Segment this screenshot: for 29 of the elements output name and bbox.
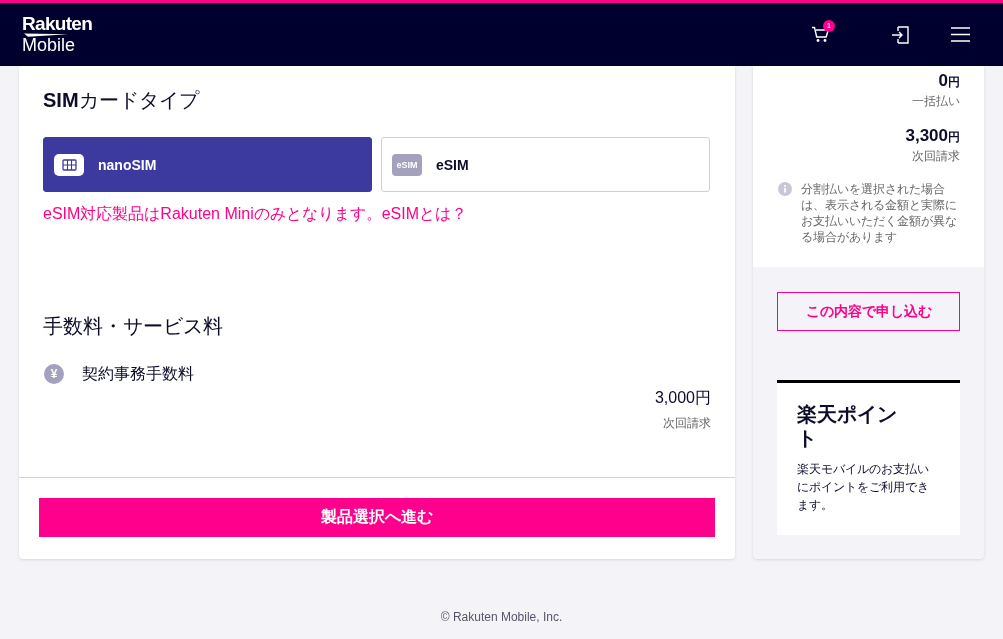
installment-note: 分割払いを選択された場合は、表示される金額と実際にお支払いいただく金額が異なる場合があります	[801, 181, 958, 245]
billing-label: 次回請求	[663, 416, 711, 430]
yen-icon: ¥	[44, 364, 64, 384]
cart-button[interactable]: 1	[800, 14, 840, 55]
esim-info-link[interactable]: eSIMとは？	[381, 202, 468, 226]
payment-label: 一括払い	[912, 94, 960, 108]
payment-label: 次回請求	[912, 149, 960, 163]
points-title: 楽天ポイント	[797, 402, 898, 450]
sim-card-icon	[54, 153, 84, 176]
points-description: 楽天モバイルのお支払いにポイントをご利用できます。	[797, 461, 930, 514]
copyright: © Rakuten Mobile, Inc.	[440, 610, 563, 624]
price-amount: 3,300円	[905, 127, 960, 144]
section-title: SIMカードタイプ	[43, 88, 201, 113]
menu-icon	[950, 27, 970, 42]
cart-icon	[810, 26, 830, 43]
cart-count: 1	[823, 19, 835, 32]
sim-option[interactable]: eSIM eSIM	[381, 137, 710, 192]
logo-wordmark[interactable]: Rakuten	[22, 14, 93, 33]
esim-label: eSIM	[392, 153, 422, 176]
fee-label: 契約事務手数料	[82, 364, 194, 384]
sim-option[interactable]: nanoSIM	[43, 137, 372, 192]
fee-price: 3,000円	[654, 389, 711, 406]
next-button[interactable]: 製品選択へ進む	[39, 498, 715, 537]
esim-note: eSIM対応製品はRakuten Miniのみとなります。	[43, 204, 382, 224]
logo-subtitle[interactable]: Mobile	[22, 35, 76, 55]
price-amount: 0円	[938, 72, 960, 89]
login-icon	[891, 25, 909, 44]
section-title: 手数料・サービス料	[43, 314, 224, 339]
info-icon	[778, 182, 792, 196]
